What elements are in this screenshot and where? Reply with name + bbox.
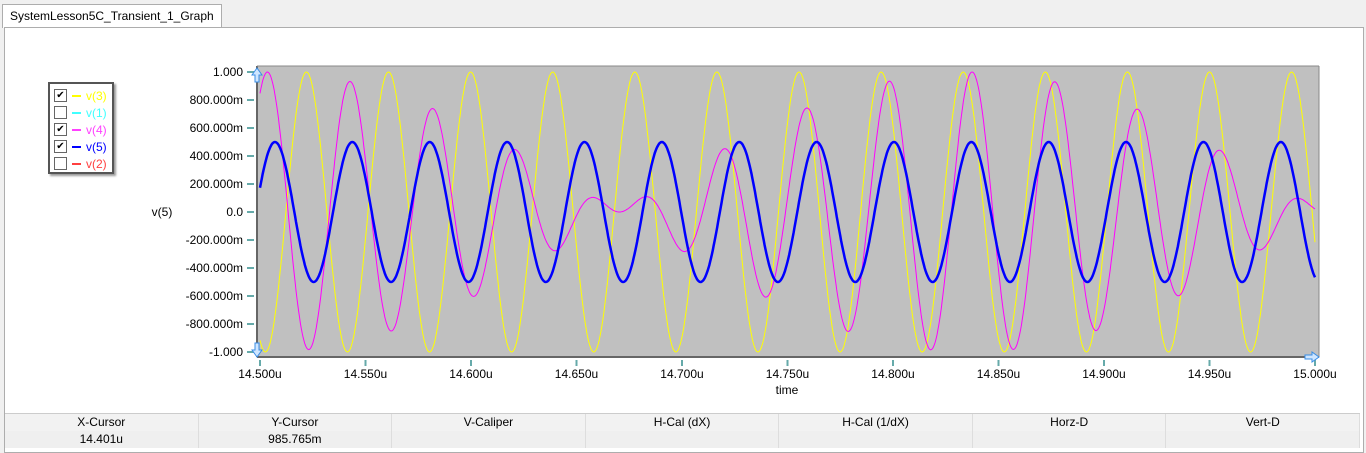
y-tick-label: -200.000m [186, 233, 243, 247]
cursor-value [586, 431, 780, 448]
checkbox[interactable] [54, 106, 67, 119]
column-header: Horz-D [973, 414, 1167, 431]
y-tick-label: 800.000m [190, 93, 243, 107]
legend-item-v2[interactable]: v(2) [54, 156, 107, 171]
x-tick-label: 14.500u [238, 367, 281, 381]
column-header: V-Caliper [392, 414, 586, 431]
line-swatch [72, 145, 81, 148]
legend-item-v3[interactable]: ✔ v(3) [54, 88, 107, 103]
line-swatch [72, 111, 81, 114]
legend: ✔ v(3) v(1) ✔ v(4) ✔ v(5) v(2) [48, 82, 114, 174]
legend-label: v(2) [86, 156, 107, 171]
legend-label: v(4) [86, 122, 107, 137]
x-tick-label: 14.650u [555, 367, 598, 381]
x-tick-label: 14.900u [1082, 367, 1125, 381]
cursor-value: 14.401u [5, 431, 199, 448]
cursor-value [1166, 431, 1361, 448]
y-tick-label: 200.000m [190, 177, 243, 191]
cursor-table-header: X-Cursor Y-Cursor V-Caliper H-Cal (dX) H-Cal… [5, 413, 1361, 431]
legend-label: v(3) [86, 88, 107, 103]
cursor-value: 985.765m [199, 431, 393, 448]
legend-item-v4[interactable]: ✔ v(4) [54, 122, 107, 137]
y-tick-label: -800.000m [186, 317, 243, 331]
y-tick-label: -400.000m [186, 261, 243, 275]
checkbox[interactable]: ✔ [54, 140, 67, 153]
line-swatch [72, 94, 81, 97]
cursor-table-values: 14.401u 985.765m [5, 431, 1361, 448]
cursor-table: X-Cursor Y-Cursor V-Caliper H-Cal (dX) H-Cal… [5, 413, 1361, 448]
x-tick-label: 14.700u [660, 367, 703, 381]
line-swatch [72, 162, 81, 165]
x-tick-label: 14.750u [766, 367, 809, 381]
cursor-value [779, 431, 973, 448]
legend-label: v(1) [86, 105, 107, 120]
x-axis-label: time [776, 383, 799, 397]
column-header: Y-Cursor [199, 414, 393, 431]
legend-item-v5[interactable]: ✔ v(5) [54, 139, 107, 154]
x-tick-label: 14.850u [977, 367, 1020, 381]
x-tick-label: 14.550u [344, 367, 387, 381]
plot-area[interactable] [257, 66, 1319, 357]
x-tick-label: 14.950u [1188, 367, 1231, 381]
checkbox[interactable]: ✔ [54, 89, 67, 102]
chart[interactable]: 1.000 800.000m 600.000m 400.000m 200.000m 0.0… [0, 0, 1366, 453]
x-tick-label: 14.800u [871, 367, 914, 381]
y-tick-label: -1.000 [209, 345, 243, 359]
x-tick-label: 14.600u [449, 367, 492, 381]
y-tick-label: 600.000m [190, 121, 243, 135]
y-tick-label: 0.0 [226, 205, 243, 219]
y-axis-label: v(5) [152, 205, 173, 219]
legend-label: v(5) [86, 139, 107, 154]
line-swatch [72, 128, 81, 131]
column-header: H-Cal (dX) [586, 414, 780, 431]
legend-item-v1[interactable]: v(1) [54, 105, 107, 120]
cursor-value [392, 431, 586, 448]
checkbox[interactable]: ✔ [54, 123, 67, 136]
x-tick-label: 15.000u [1293, 367, 1336, 381]
y-tick-label: -600.000m [186, 289, 243, 303]
y-tick-label: 1.000 [213, 65, 243, 79]
column-header: H-Cal (1/dX) [779, 414, 973, 431]
column-header: X-Cursor [5, 414, 199, 431]
y-tick-label: 400.000m [190, 149, 243, 163]
checkbox[interactable] [54, 157, 67, 170]
column-header: Vert-D [1166, 414, 1361, 431]
cursor-value [973, 431, 1167, 448]
